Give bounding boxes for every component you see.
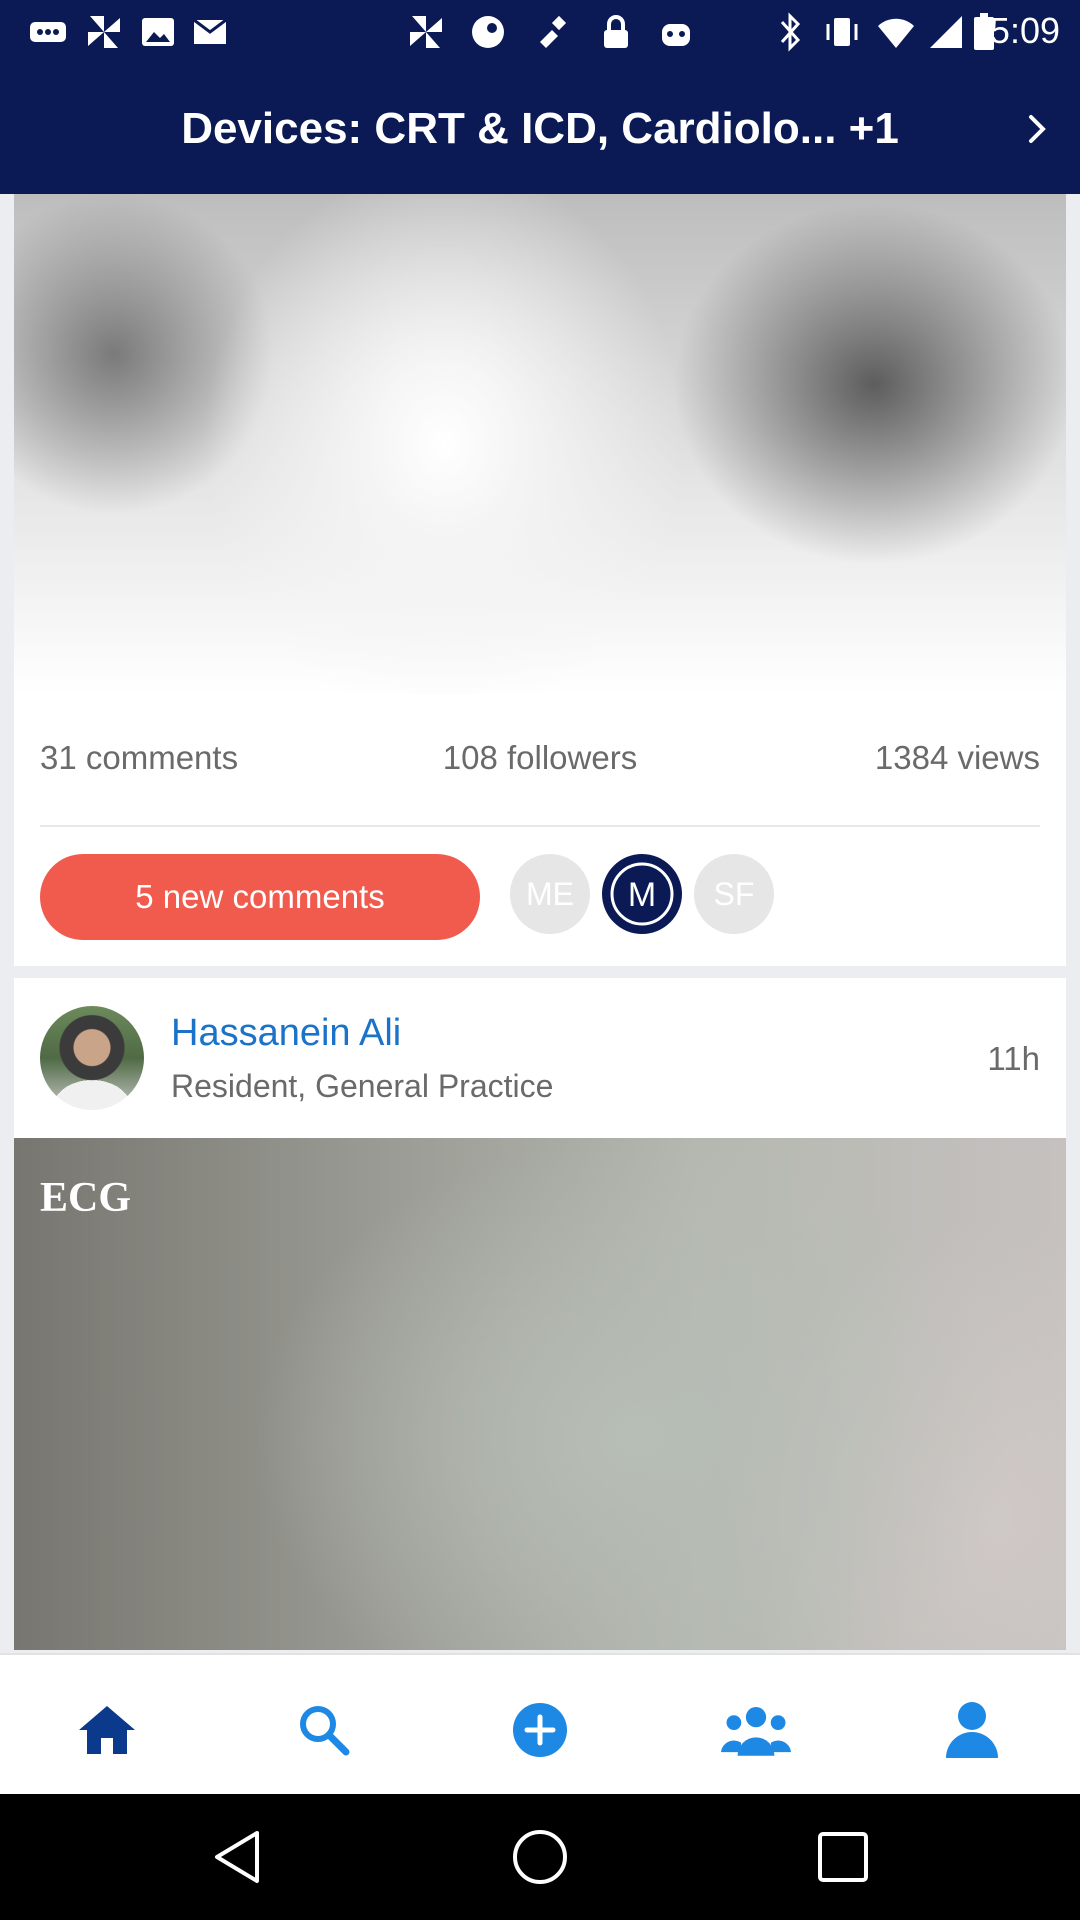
- vibrate-icon: [822, 12, 862, 52]
- android-nav-bar: [0, 1794, 1080, 1920]
- robot-icon: [656, 12, 696, 52]
- topic-stats: 31 comments 108 followers 1384 views: [40, 739, 1040, 799]
- photo-icon: [138, 12, 178, 52]
- author-avatar[interactable]: [40, 1006, 144, 1110]
- bottom-nav: [0, 1653, 1080, 1795]
- groups-icon[interactable]: [721, 1695, 791, 1765]
- page-title[interactable]: Devices: CRT & ICD, Cardiolo... +1: [0, 104, 1080, 154]
- m-logo-icon: M: [610, 862, 674, 926]
- status-time: 5:09: [989, 10, 1060, 51]
- app-header: Devices: CRT & ICD, Cardiolo... +1: [0, 64, 1080, 194]
- steam-icon: [468, 12, 508, 52]
- pinwheel-icon: [84, 12, 124, 52]
- author-name[interactable]: Hassanein Ali: [171, 1012, 401, 1055]
- topic-card: 31 comments 108 followers 1384 views 5 n…: [14, 194, 1066, 966]
- satellite-fake-gps-icon: [532, 12, 572, 52]
- post-card[interactable]: Hassanein Ali Resident, General Practice…: [14, 978, 1066, 1650]
- search-icon[interactable]: [289, 1695, 359, 1765]
- back-icon[interactable]: [202, 1822, 272, 1892]
- avatar[interactable]: SF: [694, 854, 774, 934]
- profile-icon[interactable]: [937, 1695, 1007, 1765]
- post-image[interactable]: ECG: [14, 1138, 1066, 1650]
- status-bar: 5:09: [0, 0, 1080, 64]
- divider: [40, 825, 1040, 827]
- more-icon: [28, 12, 68, 52]
- home-icon[interactable]: [72, 1695, 142, 1765]
- post-title: ECG: [40, 1175, 132, 1221]
- topic-cover-image[interactable]: [14, 194, 1066, 694]
- home-button-icon[interactable]: [505, 1822, 575, 1892]
- mail-icon: [190, 12, 230, 52]
- wifi-icon: [876, 12, 916, 52]
- post-time: 11h: [987, 1040, 1040, 1077]
- add-icon[interactable]: [505, 1695, 575, 1765]
- chevron-right-icon[interactable]: [1012, 104, 1062, 154]
- svg-text:M: M: [628, 876, 656, 914]
- recents-icon[interactable]: [808, 1822, 878, 1892]
- avatar[interactable]: M: [602, 854, 682, 934]
- new-comments-button[interactable]: 5 new comments: [40, 854, 480, 940]
- avatar[interactable]: ME: [510, 854, 590, 934]
- views-count: 1384 views: [874, 739, 1040, 776]
- pinwheel-icon: [406, 12, 446, 52]
- lock-icon: [596, 12, 636, 52]
- bluetooth-icon: [770, 12, 810, 52]
- author-role: Resident, General Practice: [171, 1068, 554, 1104]
- signal-icon: [926, 12, 966, 52]
